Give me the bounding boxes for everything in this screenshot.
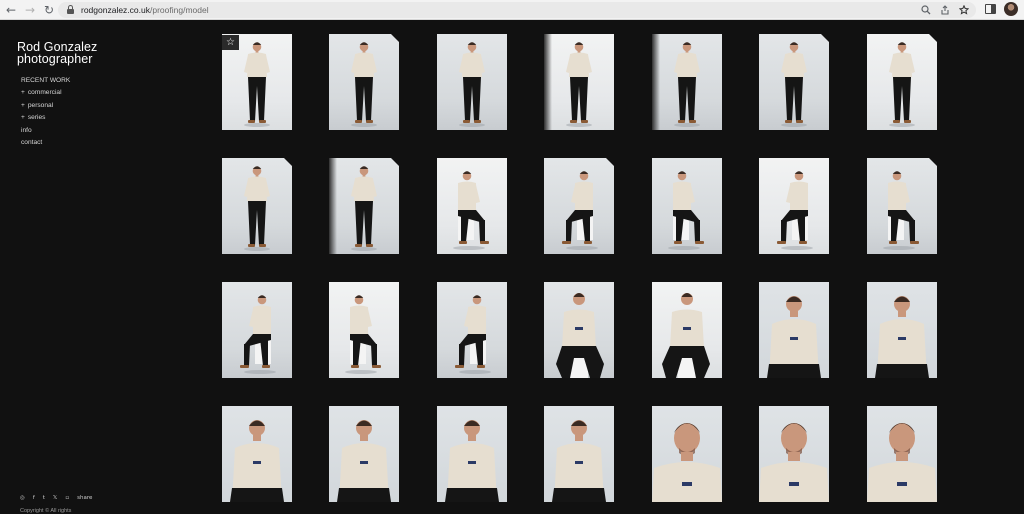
favorite-star-icon[interactable]: ☆ xyxy=(222,35,239,50)
gallery-thumbnail[interactable] xyxy=(544,406,614,502)
gallery-thumbnail[interactable] xyxy=(759,282,829,378)
bookmark-star-icon[interactable] xyxy=(958,4,970,16)
gallery-thumbnail[interactable] xyxy=(652,406,722,502)
gallery-thumbnail[interactable] xyxy=(222,158,292,254)
gallery-thumbnail[interactable] xyxy=(437,158,507,254)
gallery-thumbnail[interactable] xyxy=(329,34,399,130)
gallery-thumbnail[interactable] xyxy=(544,158,614,254)
menu-label: RECENT WORK xyxy=(21,77,71,84)
url-host: rodgonzalez.co.uk xyxy=(81,5,150,15)
side-panel-icon[interactable] xyxy=(985,4,996,14)
menu-item-personal[interactable]: + personal xyxy=(21,100,70,112)
x-twitter-icon[interactable]: 𝕏 xyxy=(53,495,57,501)
lock-icon[interactable] xyxy=(66,5,75,15)
menu-label: info xyxy=(21,126,32,134)
menu-label: commercial xyxy=(27,89,62,97)
gallery-thumbnail[interactable] xyxy=(222,282,292,378)
menu-item-commercial[interactable]: + commercial xyxy=(21,87,70,99)
menu-label: personal xyxy=(27,101,54,109)
url-path: /proofing/model xyxy=(150,5,209,15)
address-bar[interactable]: rodgonzalez.co.uk/proofing/model xyxy=(58,2,976,18)
gallery-thumbnail[interactable] xyxy=(437,282,507,378)
menu-item-info[interactable]: info xyxy=(21,125,70,137)
gallery-thumbnail[interactable] xyxy=(867,282,937,378)
gallery-thumbnail[interactable] xyxy=(437,34,507,130)
site-brand[interactable]: Rod Gonzalez photographer xyxy=(17,41,97,66)
gallery-thumbnail[interactable] xyxy=(867,158,937,254)
gallery-thumbnail[interactable] xyxy=(329,282,399,378)
reload-icon[interactable]: ↻ xyxy=(41,2,57,18)
menu-item-recent-work[interactable]: RECENT WORK xyxy=(21,75,70,87)
gallery-thumbnail[interactable] xyxy=(652,158,722,254)
gallery-thumbnail[interactable] xyxy=(759,34,829,130)
zoom-icon[interactable] xyxy=(920,4,932,16)
gallery-thumbnail[interactable] xyxy=(329,158,399,254)
menu-label: series xyxy=(27,114,46,122)
profile-avatar[interactable] xyxy=(1004,2,1018,16)
expand-plus-icon: + xyxy=(21,89,25,97)
menu-label: contact xyxy=(21,139,43,147)
expand-plus-icon: + xyxy=(21,114,25,122)
gallery-thumbnail[interactable] xyxy=(867,406,937,502)
gallery-thumbnail[interactable] xyxy=(759,406,829,502)
tumblr-icon[interactable]: t xyxy=(43,495,45,501)
gallery-thumbnail[interactable] xyxy=(437,406,507,502)
facebook-icon[interactable]: f xyxy=(33,495,35,501)
share-link[interactable]: share xyxy=(77,495,92,501)
menu-item-contact[interactable]: contact xyxy=(21,137,70,149)
gallery-thumbnail[interactable] xyxy=(759,158,829,254)
gallery-thumbnail[interactable] xyxy=(652,34,722,130)
gallery-thumbnail[interactable] xyxy=(544,34,614,130)
forward-icon[interactable]: → xyxy=(22,2,38,18)
brand-subtitle: photographer xyxy=(17,52,93,66)
share-icon[interactable] xyxy=(939,4,951,16)
social-links: ◎ f t 𝕏 ▫ share xyxy=(20,495,92,501)
gallery-thumbnail[interactable] xyxy=(652,282,722,378)
copyright-text: Copyright © All rights xyxy=(20,508,72,514)
instagram-icon[interactable]: ◎ xyxy=(20,495,25,501)
gallery-thumbnail[interactable] xyxy=(544,282,614,378)
email-icon[interactable]: ▫ xyxy=(65,495,69,501)
gallery-thumbnail[interactable] xyxy=(867,34,937,130)
gallery-thumbnail[interactable] xyxy=(222,406,292,502)
browser-toolbar: ← → ↻ rodgonzalez.co.uk/proofing/model xyxy=(0,0,1024,20)
site-page: Rod Gonzalez photographer RECENT WORK + c… xyxy=(0,21,1024,514)
back-icon[interactable]: ← xyxy=(3,2,19,18)
url-text[interactable]: rodgonzalez.co.uk/proofing/model xyxy=(81,5,209,15)
gallery-thumbnail[interactable] xyxy=(329,406,399,502)
expand-plus-icon: + xyxy=(21,101,25,109)
site-menu: RECENT WORK + commercial + personal + serie… xyxy=(21,75,70,149)
menu-item-series[interactable]: + series xyxy=(21,112,70,124)
